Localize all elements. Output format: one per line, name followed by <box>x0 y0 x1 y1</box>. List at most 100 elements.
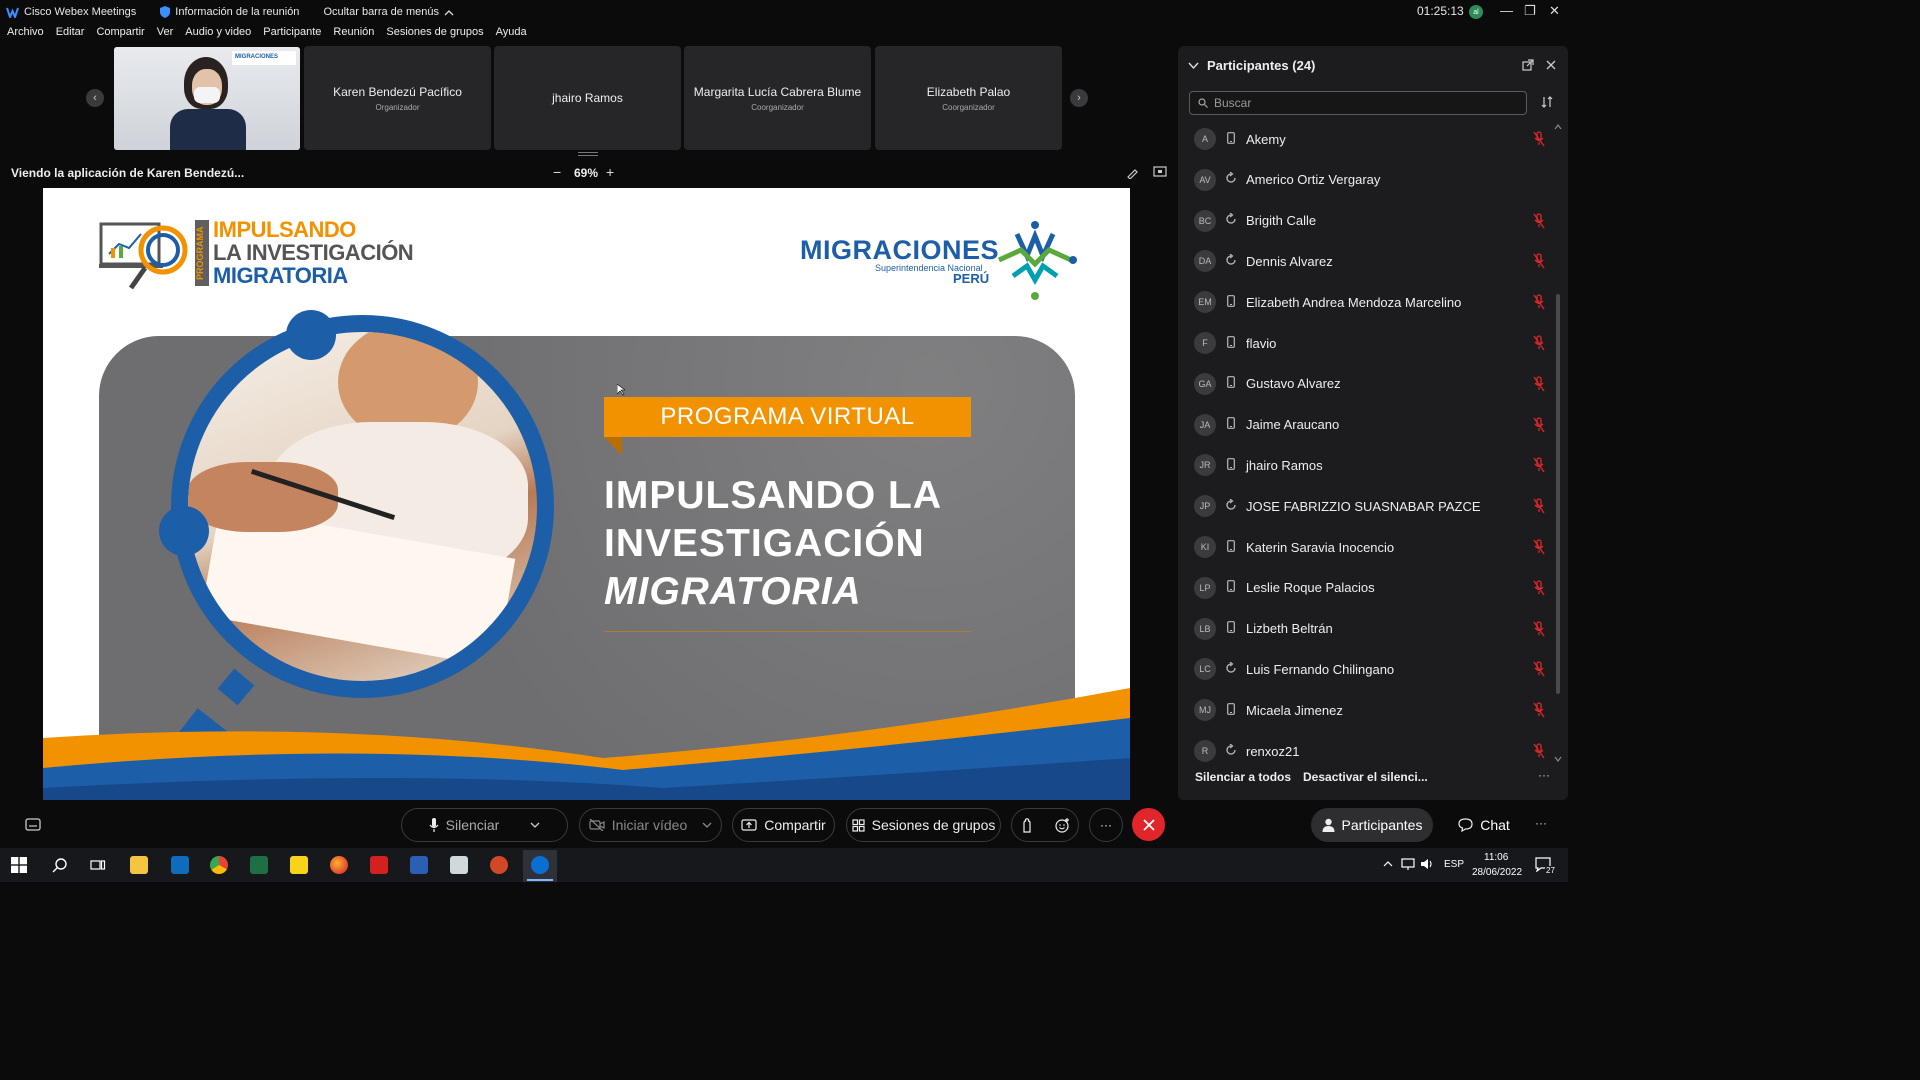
word-icon[interactable] <box>410 856 428 874</box>
sort-icon[interactable] <box>1541 96 1553 108</box>
captions-icon[interactable] <box>25 818 41 831</box>
participant-list-scrollbar[interactable] <box>1556 294 1560 694</box>
user-avatar[interactable]: al <box>1469 5 1483 19</box>
muted-mic-icon[interactable] <box>1533 416 1545 433</box>
start-video-button[interactable]: Iniciar vídeo <box>579 808 722 842</box>
bottom-more-button[interactable]: ··· <box>1535 816 1547 830</box>
muted-mic-icon[interactable] <box>1533 335 1545 351</box>
participant-row[interactable]: A Akemy <box>1194 124 1545 154</box>
participant-row[interactable]: Fflavio <box>1194 328 1545 358</box>
participant-row[interactable]: LC Luis Fernando Chilingano <box>1194 654 1545 684</box>
scroll-down-icon[interactable] <box>1554 756 1562 762</box>
video-strip-prev-button[interactable]: ‹ <box>86 89 104 107</box>
chevron-down-icon[interactable] <box>702 822 712 828</box>
participant-row[interactable]: EM Elizabeth Andrea Mendoza Marcelino <box>1194 287 1545 317</box>
breakout-sessions-button[interactable]: Sesiones de grupos <box>846 808 1001 842</box>
participant-row[interactable]: MJ Micaela Jimenez <box>1194 695 1545 725</box>
participant-row[interactable]: KI Katerin Saravia Inocencio <box>1194 532 1545 562</box>
video-tile-karen[interactable]: Karen Bendezú Pacífico Organizador <box>304 46 491 150</box>
muted-mic-icon[interactable] <box>1533 580 1545 596</box>
minimize-icon[interactable]: — <box>1500 3 1513 18</box>
participants-toggle-button[interactable]: Participantes <box>1311 808 1433 842</box>
muted-mic-icon[interactable] <box>1533 294 1545 310</box>
volume-icon[interactable] <box>1420 858 1434 870</box>
file-explorer-icon[interactable] <box>130 856 148 874</box>
firefox-icon[interactable] <box>330 856 348 874</box>
powerpoint-icon[interactable] <box>490 856 508 874</box>
participant-row[interactable]: JP JOSE FABRIZZIO SUASNABAR PAZCE <box>1194 491 1545 521</box>
participant-row[interactable]: LB Lizbeth Beltrán <box>1194 614 1545 644</box>
zoom-in-button[interactable]: + <box>606 164 614 180</box>
meeting-info-button[interactable]: Información de la reunión <box>160 6 299 18</box>
taskbar-date[interactable]: 28/06/2022 <box>1472 867 1522 878</box>
input-language[interactable]: ESP <box>1444 859 1464 870</box>
outlook-icon[interactable] <box>171 856 189 874</box>
photos-icon[interactable] <box>450 856 468 874</box>
menu-ayuda[interactable]: Ayuda <box>496 26 527 46</box>
view-options-icon[interactable] <box>1153 166 1167 178</box>
video-tile-elizabeth[interactable]: Elizabeth Palao Coorganizador <box>875 46 1062 150</box>
excel-icon[interactable] <box>250 856 268 874</box>
menu-ver[interactable]: Ver <box>157 26 174 46</box>
participant-row[interactable]: Rrenxoz21 <box>1194 736 1545 766</box>
muted-mic-icon[interactable] <box>1533 702 1545 718</box>
unmute-all-button[interactable]: Desactivar el silenci... <box>1303 770 1428 784</box>
menu-editar[interactable]: Editar <box>56 26 85 46</box>
scroll-up-icon[interactable] <box>1554 124 1562 130</box>
participant-row[interactable]: JR jhairo Ramos <box>1194 450 1545 480</box>
restore-icon[interactable]: ❐ <box>1524 3 1536 19</box>
participant-row[interactable]: GA Gustavo Alvarez <box>1194 369 1545 399</box>
raise-hand-icon[interactable] <box>1021 817 1033 833</box>
participants-more-button[interactable]: ··· <box>1538 768 1550 782</box>
muted-mic-icon[interactable] <box>1533 212 1545 229</box>
menu-sesiones-grupos[interactable]: Sesiones de grupos <box>386 26 483 46</box>
participant-row[interactable]: AV Americo Ortiz Vergaray <box>1194 165 1544 195</box>
resize-handle[interactable] <box>578 152 598 156</box>
menu-archivo[interactable]: Archivo <box>7 26 44 46</box>
menu-audio-video[interactable]: Audio y video <box>185 26 251 46</box>
muted-mic-icon[interactable] <box>1533 661 1545 677</box>
share-button[interactable]: Compartir <box>732 808 835 842</box>
muted-mic-icon[interactable] <box>1533 743 1545 759</box>
muted-mic-icon[interactable] <box>1533 457 1545 473</box>
windows-start-icon[interactable] <box>11 857 27 873</box>
chrome-icon[interactable] <box>210 856 228 874</box>
annotate-icon[interactable] <box>1126 166 1139 179</box>
acrobat-icon[interactable] <box>370 856 388 874</box>
more-options-button[interactable]: ··· <box>1089 808 1123 842</box>
end-meeting-button[interactable] <box>1132 808 1165 841</box>
chat-button[interactable]: Chat <box>1445 808 1523 842</box>
muted-mic-icon[interactable] <box>1533 131 1545 147</box>
zoom-out-button[interactable]: − <box>553 164 561 180</box>
webex-icon[interactable] <box>531 856 549 874</box>
close-panel-icon[interactable] <box>1546 60 1556 70</box>
participant-row[interactable]: LP Leslie Roque Palacios <box>1194 573 1545 603</box>
mute-button[interactable]: Silenciar <box>401 808 568 842</box>
speaker-video[interactable]: MIGRACIONES <box>114 47 300 150</box>
taskbar-search-icon[interactable] <box>52 857 68 873</box>
collapse-chevron-icon[interactable] <box>1188 62 1199 69</box>
video-tile-margarita[interactable]: Margarita Lucía Cabrera Blume Coorganiza… <box>684 46 871 150</box>
menu-reunion[interactable]: Reunión <box>333 26 374 46</box>
muted-mic-icon[interactable] <box>1533 376 1545 392</box>
participant-search-input[interactable]: Buscar <box>1189 91 1527 115</box>
chevron-down-icon[interactable] <box>530 822 540 828</box>
sticky-notes-icon[interactable] <box>290 856 308 874</box>
taskbar-time[interactable]: 11:06 <box>1484 852 1508 863</box>
menu-participante[interactable]: Participante <box>263 26 321 46</box>
muted-mic-icon[interactable] <box>1533 253 1545 269</box>
mute-all-button[interactable]: Silenciar a todos <box>1195 770 1291 784</box>
close-window-icon[interactable]: ✕ <box>1549 3 1560 19</box>
participant-row[interactable]: DA Dennis Alvarez <box>1194 246 1545 276</box>
menu-compartir[interactable]: Compartir <box>96 26 144 46</box>
network-icon[interactable] <box>1401 858 1415 870</box>
video-tile-jhairo[interactable]: jhairo Ramos <box>494 46 681 150</box>
hide-menu-button[interactable]: Ocultar barra de menús <box>323 6 454 18</box>
muted-mic-icon[interactable] <box>1533 539 1545 555</box>
participant-row[interactable]: BC Brigith Calle <box>1194 206 1545 236</box>
muted-mic-icon[interactable] <box>1533 620 1545 637</box>
muted-mic-icon[interactable] <box>1533 498 1545 514</box>
task-view-icon[interactable] <box>90 857 106 873</box>
reaction-smiley-icon[interactable] <box>1054 817 1070 833</box>
video-strip-next-button[interactable]: › <box>1070 89 1088 107</box>
